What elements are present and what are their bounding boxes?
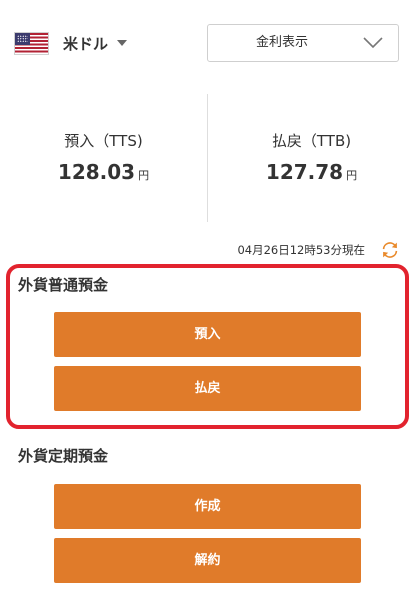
- ordinary-deposit-button[interactable]: 預入: [54, 312, 361, 357]
- currency-label: 米ドル: [63, 34, 109, 53]
- refresh-icon[interactable]: [379, 239, 401, 261]
- us-flag-icon: [14, 31, 49, 55]
- chevron-down-icon: [363, 37, 383, 49]
- rate-withdraw: 払戻（TTB) 127.78 円: [208, 90, 415, 225]
- rate-display-select-label: 金利表示: [255, 35, 308, 50]
- rate-deposit-value: 128.03: [57, 160, 136, 184]
- timestamp: 04月26日12時53分現在: [237, 243, 365, 257]
- time-deposit-title: 外貨定期預金: [18, 447, 109, 465]
- currency-selector[interactable]: 米ドル: [14, 26, 128, 60]
- ordinary-withdraw-button[interactable]: 払戻: [54, 366, 361, 411]
- time-deposit-cancel-button[interactable]: 解約: [54, 538, 361, 583]
- exchange-rates: 預入（TTS) 128.03 円 払戻（TTB) 127.78 円: [0, 90, 415, 225]
- rate-deposit-title: 預入（TTS): [64, 132, 143, 150]
- rate-withdraw-unit: 円: [346, 169, 358, 182]
- rate-deposit: 預入（TTS) 128.03 円: [0, 90, 207, 225]
- rate-withdraw-value: 127.78: [265, 160, 344, 184]
- ordinary-deposit-title: 外貨普通預金: [18, 276, 109, 294]
- rate-deposit-unit: 円: [138, 169, 150, 182]
- top-bar: 米ドル 金利表示: [0, 0, 415, 90]
- time-deposit-create-button[interactable]: 作成: [54, 484, 361, 529]
- timestamp-row: 04月26日12時53分現在: [237, 238, 401, 262]
- caret-down-icon: [117, 40, 128, 46]
- rate-display-select[interactable]: 金利表示: [207, 24, 399, 62]
- rate-withdraw-title: 払戻（TTB): [271, 132, 352, 150]
